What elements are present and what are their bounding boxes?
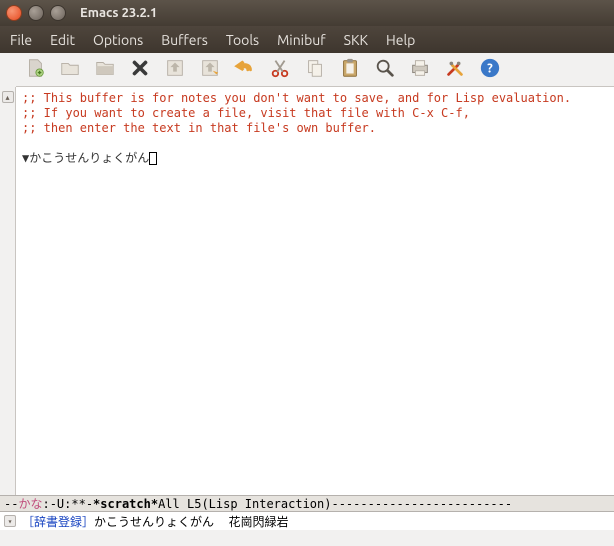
titlebar: Emacs 23.2.1 [0,0,614,26]
paste-icon[interactable] [339,57,361,83]
svg-text:?: ? [487,61,493,75]
help-icon[interactable]: ? [479,57,501,83]
scratch-buffer[interactable]: ;; This buffer is for notes you don't wa… [16,87,614,495]
window-title: Emacs 23.2.1 [80,6,157,20]
menubar: File Edit Options Buffers Tools Minibuf … [0,26,614,53]
scroll-down-icon[interactable]: ▾ [4,515,16,527]
modeline-flags: :-U:**- [42,497,93,511]
minibuffer[interactable]: ▾ ［辞書登録］かこうせんりょくがん 花崗閃緑岩 [0,512,614,530]
preferences-icon[interactable] [444,57,466,83]
undo-icon[interactable] [234,57,256,83]
comment-line: ;; then enter the text in that file's ow… [22,121,376,135]
directory-icon[interactable] [94,57,116,83]
menu-options[interactable]: Options [93,32,143,48]
window-minimize-button[interactable] [28,5,44,21]
save-icon[interactable] [164,57,186,83]
comment-line: ;; This buffer is for notes you don't wa… [22,91,571,105]
copy-icon[interactable] [304,57,326,83]
modeline: --かな:-U:**- *scratch* All L5 (Lisp Inter… [0,495,614,512]
modeline-fill: ------------------------- [331,497,610,511]
skk-input-text: かこうせんりょくがん [29,151,149,165]
window-maximize-button[interactable] [50,5,66,21]
new-file-icon[interactable] [24,57,46,83]
close-icon[interactable] [129,57,151,83]
modeline-buffer-name: *scratch* [93,497,158,511]
menu-tools[interactable]: Tools [226,32,259,48]
modeline-position: All L5 [158,497,201,511]
minibuf-entry: 花崗閃緑岩 [228,513,288,530]
toolbar: ? [16,53,614,87]
scrollbar-gutter[interactable]: ▴ [0,87,16,495]
open-file-icon[interactable] [59,57,81,83]
menu-buffers[interactable]: Buffers [161,32,208,48]
comment-line: ;; If you want to create a file, visit t… [22,106,470,120]
search-icon[interactable] [374,57,396,83]
emacs-window: Emacs 23.2.1 File Edit Options Buffers T… [0,0,614,546]
modeline-input-method: かな [18,495,42,512]
menu-minibuf[interactable]: Minibuf [277,32,325,48]
menu-help[interactable]: Help [386,32,415,48]
menu-file[interactable]: File [10,32,32,48]
window-resize-area[interactable] [0,530,614,546]
menu-edit[interactable]: Edit [50,32,75,48]
menu-skk[interactable]: SKK [344,32,368,48]
save-as-icon[interactable] [199,57,221,83]
scroll-up-icon[interactable]: ▴ [2,91,14,103]
window-close-button[interactable] [6,5,22,21]
modeline-mode: (Lisp Interaction) [201,497,331,511]
minibuf-tag: ［辞書登録］ [22,513,94,530]
print-icon[interactable] [409,57,431,83]
text-cursor [149,152,157,165]
editor-area: ▴ ;; This buffer is for notes you don't … [0,87,614,495]
minibuf-reading: かこうせんりょくがん [94,513,214,530]
cut-icon[interactable] [269,57,291,83]
